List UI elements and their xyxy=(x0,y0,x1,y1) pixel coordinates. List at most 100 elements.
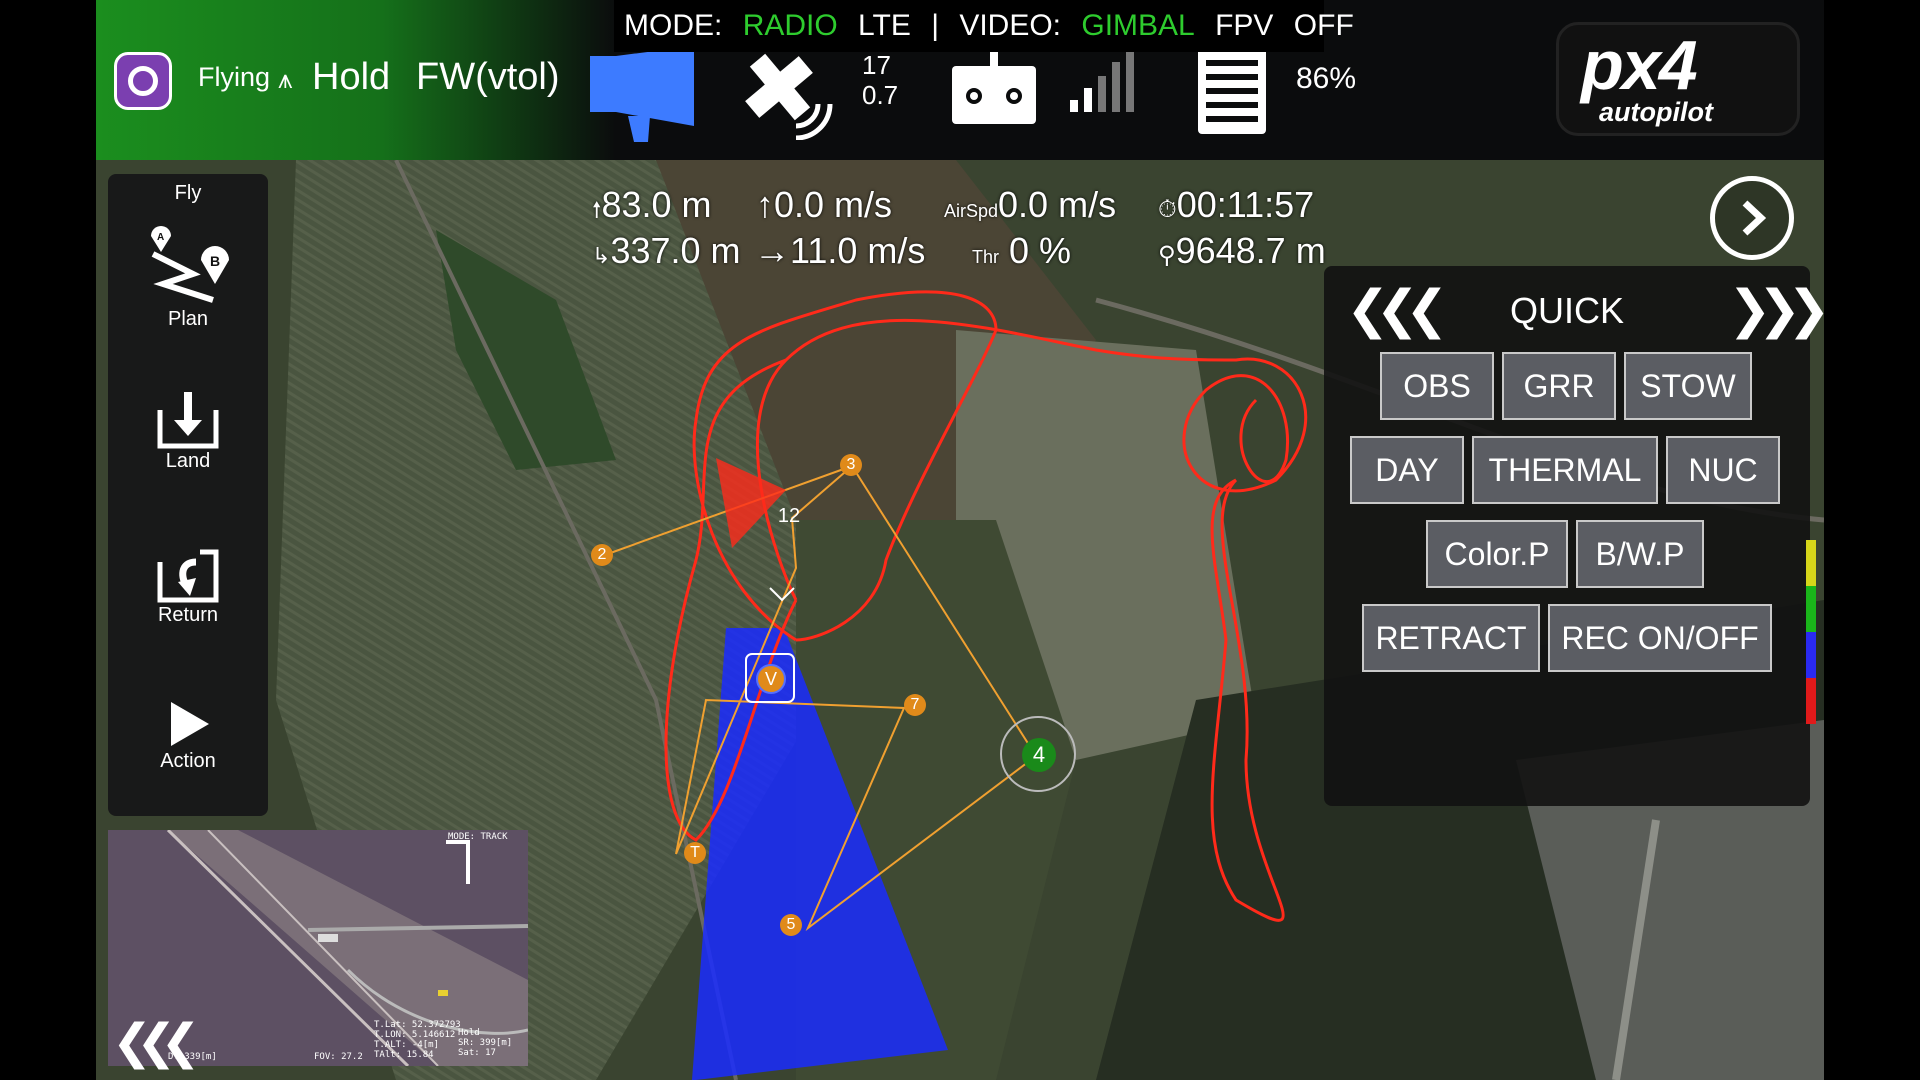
toolstrip-header: Fly xyxy=(174,182,202,204)
chevron-right-icon xyxy=(1742,200,1767,236)
mode-separator: | xyxy=(931,9,939,42)
flight-time-value: 00:11:57 xyxy=(1176,184,1315,225)
flight-state: Flying xyxy=(198,62,271,92)
color-palette-button[interactable]: Color.P xyxy=(1426,520,1568,588)
day-button[interactable]: DAY xyxy=(1350,436,1464,504)
throttle-value: 0 % xyxy=(1009,230,1072,271)
record-toggle-button[interactable]: REC ON/OFF xyxy=(1548,604,1772,672)
link-type[interactable]: LTE xyxy=(858,9,911,42)
play-icon xyxy=(171,702,209,746)
vehicle-type: FW(vtol) xyxy=(416,56,560,98)
obs-button[interactable]: OBS xyxy=(1380,352,1494,420)
gps-hdop: 0.7 xyxy=(862,80,899,110)
waypoint-label: 3 xyxy=(846,456,856,473)
return-icon xyxy=(157,549,219,603)
signal-strength-icon xyxy=(1070,50,1134,112)
video-label: VIDEO: xyxy=(959,9,1062,42)
px4-logo: px4 autopilot xyxy=(1556,22,1800,136)
video-hud-coords: T.Lat: 52.372793 T.LON: 5.146612 T.ALT: … xyxy=(374,1020,461,1060)
grr-button[interactable]: GRR xyxy=(1502,352,1616,420)
video-hud-mode: MODE: TRACK xyxy=(448,832,508,842)
compass-color-strip xyxy=(1806,540,1816,724)
land-icon xyxy=(157,392,219,449)
mode-label: MODE: xyxy=(624,9,723,42)
airspeed-readout: AirSpd0.0 m/s xyxy=(944,184,1116,226)
waypoint-4[interactable]: 4 xyxy=(1000,716,1076,792)
top-toolbar: Flying ⩚ Hold FW(vtol) 17 0.7 86% px4 au… xyxy=(96,0,1824,160)
video-hud-status: Hold SR: 399[m] Sat: 17 xyxy=(458,1028,513,1058)
waypoint-12[interactable]: 12 xyxy=(774,504,804,528)
throttle-label: Thr xyxy=(972,247,999,267)
rc-transmitter-icon[interactable] xyxy=(950,48,1038,126)
total-distance-readout: ⚲9648.7 m xyxy=(1158,230,1326,272)
climb-rate-readout: ↑0.0 m/s xyxy=(756,184,893,225)
waypoint-label: 7 xyxy=(910,696,920,713)
vehicle-label: V xyxy=(764,669,777,689)
nuc-button[interactable]: NUC xyxy=(1666,436,1780,504)
land-label: Land xyxy=(165,450,211,472)
thermal-button[interactable]: THERMAL xyxy=(1472,436,1658,504)
video-source-fpv[interactable]: FPV xyxy=(1215,9,1273,42)
flight-mode-icon: ⩚ xyxy=(278,64,293,94)
waypoint-5[interactable]: 5 xyxy=(780,914,802,936)
flight-time-readout: ⏱00:11:57 xyxy=(1158,184,1314,226)
battery-icon[interactable] xyxy=(1196,44,1268,136)
video-off[interactable]: OFF xyxy=(1294,9,1354,42)
total-distance-value: 9648.7 m xyxy=(1175,230,1326,271)
chevron-right-button[interactable] xyxy=(1710,176,1794,260)
megaphone-icon[interactable] xyxy=(586,46,716,142)
waypoint-label: 5 xyxy=(786,916,796,933)
vehicle-marker[interactable]: V xyxy=(756,664,786,694)
battery-percent: 86% xyxy=(1296,62,1357,95)
app-screen: 2 3 12 7 4 5 T V Flying ⩚ Hold FW(vtol) xyxy=(96,0,1824,1080)
logo-text: px4 xyxy=(1581,26,1698,104)
ground-speed-value: 11.0 m/s xyxy=(790,230,926,271)
logo-subtext: autopilot xyxy=(1599,97,1713,127)
altitude-readout: 🠕83.0 m xyxy=(592,184,712,225)
quick-panel: ❮❮❮ QUICK ❯❯❯ OBS GRR STOW DAY THERMAL N… xyxy=(1324,266,1824,806)
waypoint-label: 2 xyxy=(597,546,607,563)
video-source-gimbal[interactable]: GIMBAL xyxy=(1081,9,1194,42)
action-button[interactable]: Action xyxy=(108,698,268,773)
mode-bar: MODE: RADIO LTE | VIDEO: GIMBAL FPV OFF xyxy=(614,0,1354,52)
stow-button[interactable]: STOW xyxy=(1624,352,1752,420)
waypoint-3[interactable]: 3 xyxy=(840,454,862,476)
plan-icon: B A xyxy=(151,226,229,303)
fly-toolstrip: Fly B A Plan Land Return Action xyxy=(108,174,268,816)
airspeed-label: AirSpd xyxy=(944,201,999,221)
waypoint-2[interactable]: 2 xyxy=(591,544,613,566)
qgc-logo-icon[interactable] xyxy=(114,52,172,110)
plan-label: Plan xyxy=(167,308,209,330)
walk-icon: ⚲ xyxy=(1158,242,1176,269)
waypoint-label: 4 xyxy=(1022,738,1056,772)
land-button[interactable]: Land xyxy=(108,390,268,473)
flight-mode-selector[interactable]: Hold xyxy=(312,56,390,99)
plan-button[interactable]: B A Plan xyxy=(108,224,268,331)
retract-button[interactable]: RETRACT xyxy=(1362,604,1540,672)
waypoint-label: T xyxy=(690,844,700,861)
timer-icon: ⏱ xyxy=(1158,196,1177,223)
quick-next-button[interactable]: ❯❯❯ xyxy=(1728,280,1824,340)
svg-text:B: B xyxy=(210,253,220,269)
throttle-readout: Thr 0 % xyxy=(972,230,1071,272)
svg-text:A: A xyxy=(157,232,164,243)
climb-rate-value: 0.0 m/s xyxy=(774,184,893,225)
distance-home-value: 337.0 m xyxy=(610,230,741,271)
mode-value[interactable]: RADIO xyxy=(743,9,838,42)
ground-speed-readout: →11.0 m/s xyxy=(754,230,926,271)
bw-palette-button[interactable]: B/W.P xyxy=(1576,520,1704,588)
return-label: Return xyxy=(157,604,219,626)
return-button[interactable]: Return xyxy=(108,542,268,627)
video-hud-fov: FOV: 27.2 xyxy=(314,1052,363,1062)
waypoint-takeoff[interactable]: T xyxy=(684,842,706,864)
action-label: Action xyxy=(160,750,216,772)
waypoint-label: 12 xyxy=(777,505,801,527)
airspeed-value: 0.0 m/s xyxy=(998,184,1117,225)
waypoint-7[interactable]: 7 xyxy=(904,694,926,716)
gps-satellite-icon[interactable] xyxy=(734,48,846,140)
gps-sat-count: 17 xyxy=(862,50,891,80)
distance-home-readout: ↳337.0 m xyxy=(592,230,741,272)
home-distance-icon: ↳ xyxy=(592,243,611,268)
pip-collapse-button[interactable]: ❮❮❮ xyxy=(96,1014,201,1074)
altitude-value: 83.0 m xyxy=(601,184,712,225)
